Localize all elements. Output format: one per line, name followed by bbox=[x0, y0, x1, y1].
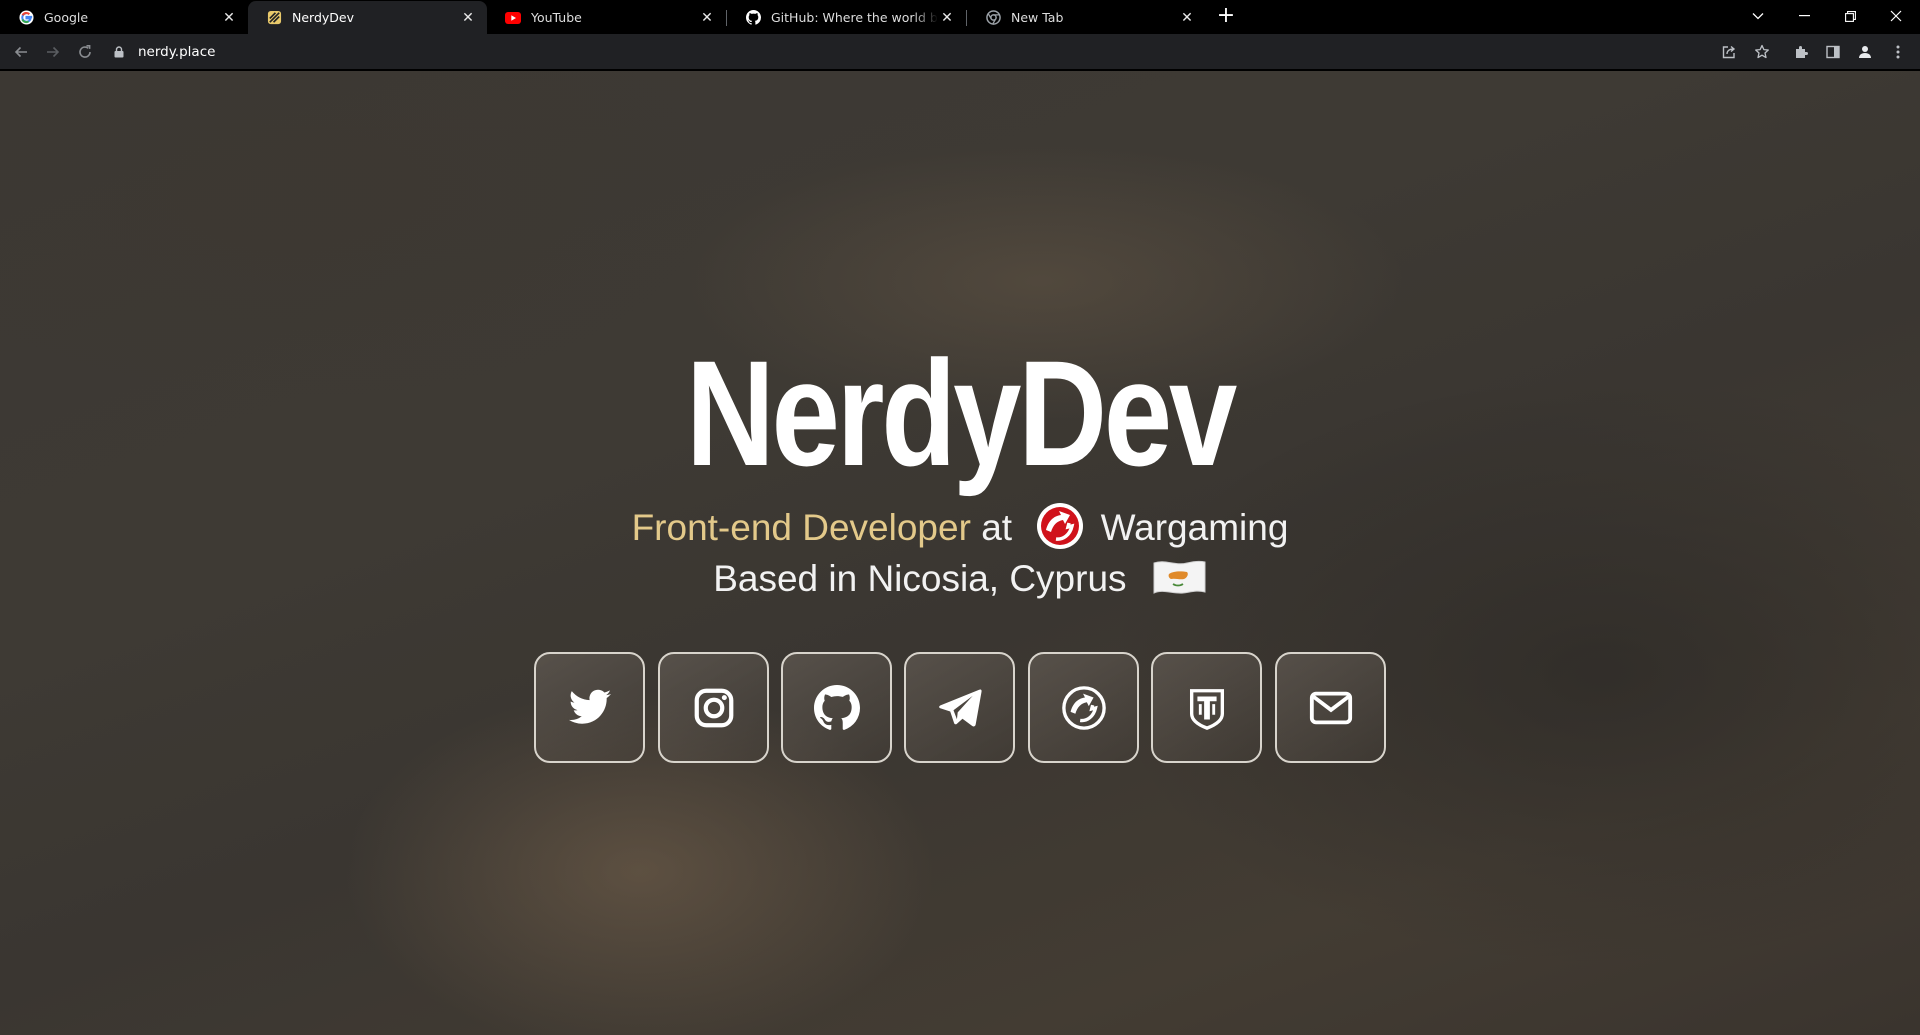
more-vertical-icon bbox=[1896, 45, 1900, 59]
bookmark-button[interactable] bbox=[1751, 41, 1773, 63]
share-icon bbox=[1722, 45, 1736, 59]
chevron-down-icon bbox=[1752, 13, 1764, 20]
url-text: nerdy.place bbox=[138, 44, 216, 60]
close-icon bbox=[1890, 10, 1902, 22]
location-line: Based in Nicosia, Cyprus bbox=[0, 557, 1920, 601]
world-of-tanks-icon bbox=[1189, 688, 1224, 730]
tab-google[interactable]: Google ✕ bbox=[0, 1, 248, 34]
close-icon[interactable]: ✕ bbox=[938, 9, 956, 27]
arrow-right-icon bbox=[47, 46, 60, 58]
close-icon[interactable]: ✕ bbox=[698, 9, 716, 27]
share-button[interactable] bbox=[1718, 41, 1740, 63]
nerdydev-icon bbox=[266, 10, 282, 26]
puzzle-icon bbox=[1796, 46, 1808, 58]
extensions-button[interactable] bbox=[1790, 41, 1812, 63]
twitter-icon bbox=[568, 689, 611, 724]
tab-youtube[interactable]: YouTube ✕ bbox=[487, 1, 726, 34]
side-panel-button[interactable] bbox=[1822, 41, 1844, 63]
tab-title: Google bbox=[44, 10, 89, 25]
back-button[interactable] bbox=[9, 40, 33, 64]
person-icon bbox=[1859, 46, 1871, 58]
social-links bbox=[534, 652, 1388, 763]
instagram-icon bbox=[694, 688, 733, 727]
cyprus-flag-icon bbox=[1153, 560, 1206, 594]
profile-button[interactable] bbox=[1854, 41, 1876, 63]
telegram-icon bbox=[938, 689, 982, 726]
github-link[interactable] bbox=[781, 652, 892, 763]
address-bar[interactable]: nerdy.place bbox=[112, 40, 1712, 64]
reload-button[interactable] bbox=[73, 40, 97, 64]
google-icon bbox=[18, 10, 34, 26]
tab-title: New Tab bbox=[1011, 10, 1064, 25]
close-icon[interactable]: ✕ bbox=[459, 9, 477, 27]
chrome-icon bbox=[985, 10, 1001, 26]
email-link[interactable] bbox=[1275, 652, 1386, 763]
lock-icon[interactable] bbox=[112, 45, 126, 59]
browser-toolbar: nerdy.place bbox=[0, 34, 1920, 70]
page-content: NerdyDev Front-end Developer at Wargamin… bbox=[0, 71, 1920, 1035]
close-icon[interactable]: ✕ bbox=[1178, 9, 1196, 27]
new-tab-button[interactable]: + bbox=[1214, 5, 1238, 29]
tab-title: YouTube bbox=[531, 10, 582, 25]
instagram-link[interactable] bbox=[658, 652, 769, 763]
email-icon bbox=[1309, 691, 1352, 724]
github-icon bbox=[745, 10, 761, 26]
menu-button[interactable] bbox=[1887, 41, 1909, 63]
job-line: Front-end Developer at Wargaming bbox=[0, 502, 1920, 550]
side-panel-icon bbox=[1826, 45, 1840, 59]
github-icon bbox=[813, 684, 860, 730]
wargaming-icon bbox=[1061, 685, 1106, 730]
tab-strip: Google ✕ NerdyDev ✕ YouTube ✕ GitHub: Wh… bbox=[0, 0, 1920, 34]
reload-icon bbox=[79, 45, 91, 58]
tab-new-tab[interactable]: New Tab ✕ bbox=[967, 1, 1206, 34]
location-text: Based in Nicosia, Cyprus bbox=[713, 558, 1127, 599]
star-icon bbox=[1755, 44, 1769, 59]
tab-github[interactable]: GitHub: Where the world builds s ✕ bbox=[727, 1, 966, 34]
world-of-tanks-link[interactable] bbox=[1151, 652, 1262, 763]
tab-search-button[interactable] bbox=[1738, 2, 1778, 30]
job-at: at bbox=[981, 507, 1013, 548]
telegram-link[interactable] bbox=[904, 652, 1015, 763]
forward-button[interactable] bbox=[41, 40, 65, 64]
tab-title: NerdyDev bbox=[292, 10, 355, 25]
wargaming-logo-icon bbox=[1037, 503, 1084, 549]
wargaming-link[interactable] bbox=[1028, 652, 1139, 763]
minimize-icon bbox=[1798, 15, 1810, 17]
page-title: NerdyDev bbox=[685, 329, 1237, 497]
minimize-button[interactable] bbox=[1784, 2, 1824, 30]
tab-title: GitHub: Where the world builds s bbox=[771, 10, 938, 25]
close-window-button[interactable] bbox=[1876, 2, 1916, 30]
arrow-left-icon bbox=[14, 46, 27, 58]
tab-nerdydev[interactable]: NerdyDev ✕ bbox=[248, 1, 487, 34]
twitter-link[interactable] bbox=[534, 652, 645, 763]
restore-icon bbox=[1844, 10, 1856, 22]
restore-button[interactable] bbox=[1830, 2, 1870, 30]
youtube-icon bbox=[505, 10, 521, 26]
job-role: Front-end Developer bbox=[631, 507, 971, 548]
company-name: Wargaming bbox=[1100, 507, 1289, 548]
close-icon[interactable]: ✕ bbox=[220, 9, 238, 27]
